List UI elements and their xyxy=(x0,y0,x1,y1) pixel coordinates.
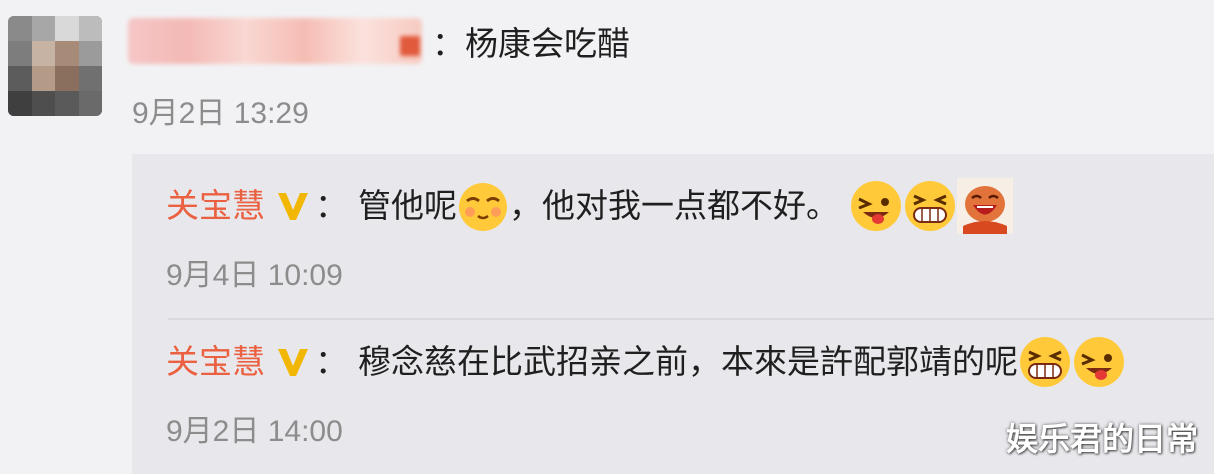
avatar[interactable] xyxy=(8,16,102,116)
comment-text: ：杨康会吃醋 xyxy=(432,24,630,63)
reply-item: 关宝慧 ： 穆念慈在比武招亲之前，本來是許配郭靖的呢 xyxy=(166,334,1126,390)
reply-colon: ： xyxy=(315,342,348,381)
reply-time: 9月2日 14:00 xyxy=(166,415,343,448)
commenter-username-blurred[interactable] xyxy=(128,18,422,64)
reply-colon: ： xyxy=(315,186,348,225)
tongue-wink-emoji xyxy=(851,181,901,231)
verified-v-icon xyxy=(278,193,308,220)
reply-author-name[interactable]: 关宝慧 xyxy=(166,178,265,234)
tongue-wink-emoji xyxy=(1074,337,1124,387)
watermark: 娱乐君的日常 xyxy=(1005,420,1198,458)
comment-time: 9月2日 13:29 xyxy=(132,97,309,130)
verified-v-icon xyxy=(278,349,308,376)
shy-face-emoji xyxy=(459,183,507,231)
reply-text: 穆念慈在比武招亲之前，本來是許配郭靖的呢 xyxy=(358,342,1018,381)
grin-emoji xyxy=(905,181,955,231)
laughing-face-emoji xyxy=(957,178,1013,234)
reply-divider xyxy=(168,318,1214,320)
reply-item: 关宝慧 ： 管他呢 ，他对我一点都不好。 xyxy=(166,178,1013,234)
reply-author-name[interactable]: 关宝慧 xyxy=(166,334,265,390)
grin-emoji xyxy=(1020,337,1070,387)
reply-text-part1: 管他呢 xyxy=(358,186,457,225)
reply-text-part2: ，他对我一点都不好。 xyxy=(509,186,839,225)
reply-time: 9月4日 10:09 xyxy=(166,259,343,292)
badge-icon xyxy=(400,36,420,56)
